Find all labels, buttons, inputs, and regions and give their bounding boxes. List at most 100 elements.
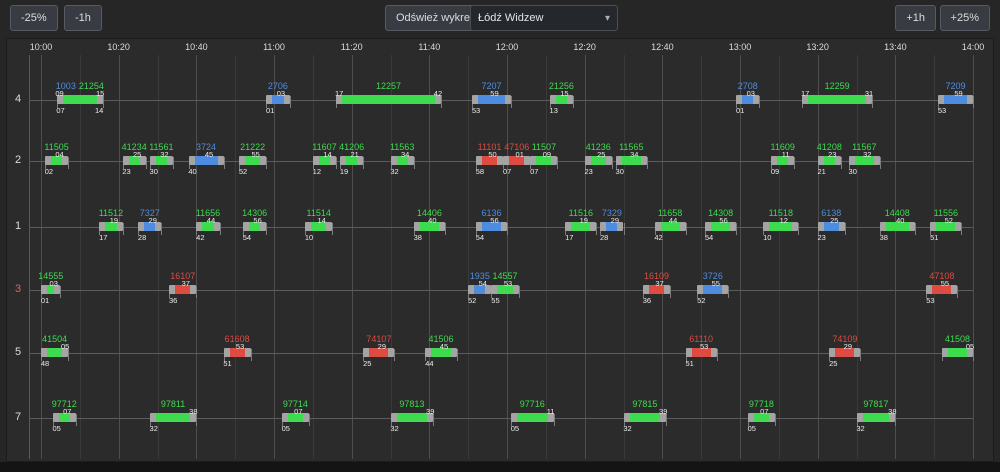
stop-minute-label: 01 bbox=[736, 106, 744, 115]
bar-boundary-tick bbox=[798, 223, 799, 235]
stop-minute-label: 07 bbox=[294, 407, 302, 416]
stop-minute-label: 15 bbox=[96, 89, 104, 98]
stop-minute-label: 12 bbox=[313, 167, 321, 176]
stop-minute-label: 23 bbox=[828, 150, 836, 159]
shunt-cap-segment bbox=[439, 222, 445, 231]
grid-line-major bbox=[818, 55, 819, 459]
shunt-cap-segment bbox=[680, 222, 686, 231]
grid-line-minor bbox=[235, 55, 236, 459]
bar-boundary-tick bbox=[717, 349, 718, 361]
bar-boundary-tick bbox=[759, 96, 760, 108]
train-number: 97815 bbox=[632, 399, 657, 409]
bar-boundary-tick bbox=[68, 157, 69, 169]
stop-minute-label: 56 bbox=[253, 216, 261, 225]
stop-minute-label: 13 bbox=[550, 106, 558, 115]
track-label: 4 bbox=[10, 93, 26, 105]
stop-minute-label: 15 bbox=[560, 89, 568, 98]
stop-minute-label: 01 bbox=[516, 150, 524, 159]
stop-minute-label: 11 bbox=[782, 150, 790, 159]
grid-line-minor bbox=[468, 55, 469, 459]
stop-minute-label: 07 bbox=[760, 407, 768, 416]
occupation-segment bbox=[47, 348, 62, 357]
train-bar[interactable] bbox=[802, 95, 872, 104]
stop-minute-label: 07 bbox=[503, 167, 511, 176]
toolbar: -25% -1h Odśwież wykres Łódź Widzew ▾ +1… bbox=[0, 0, 1000, 36]
stop-minute-label: 59 bbox=[954, 89, 962, 98]
stop-minute-label: 52 bbox=[468, 296, 476, 305]
bar-boundary-tick bbox=[445, 223, 446, 235]
stop-minute-label: 55 bbox=[941, 279, 949, 288]
time-tick-label: 13:00 bbox=[729, 42, 752, 52]
train-number-label: 97716 bbox=[520, 399, 545, 409]
bar-boundary-tick bbox=[573, 96, 574, 108]
stop-minute-label: 40 bbox=[896, 216, 904, 225]
time-tick-label: 13:20 bbox=[806, 42, 829, 52]
stop-minute-label: 51 bbox=[685, 359, 693, 368]
bar-boundary-tick bbox=[220, 223, 221, 235]
stop-minute-label: 29 bbox=[378, 342, 386, 351]
shunt-cap-segment bbox=[967, 95, 973, 104]
shift-back-1h-button[interactable]: -1h bbox=[64, 5, 102, 31]
stop-minute-label: 23 bbox=[122, 167, 130, 176]
grid-line-minor bbox=[857, 55, 858, 459]
stop-minute-label: 30 bbox=[616, 167, 624, 176]
bar-boundary-tick bbox=[123, 223, 124, 235]
grid-line-minor bbox=[546, 55, 547, 459]
stop-minute-label: 32 bbox=[150, 424, 158, 433]
stop-minute-label: 53 bbox=[472, 106, 480, 115]
track-label: 1 bbox=[10, 220, 26, 232]
train-number-label: 12259 bbox=[825, 81, 850, 91]
time-tick-label: 12:20 bbox=[573, 42, 596, 52]
stop-minute-label: 54 bbox=[476, 233, 484, 242]
bar-boundary-tick bbox=[973, 96, 974, 108]
bar-boundary-tick bbox=[266, 223, 267, 235]
stop-minute-label: 25 bbox=[363, 359, 371, 368]
train-number: 97817 bbox=[863, 399, 888, 409]
bar-boundary-tick bbox=[728, 286, 729, 298]
stop-minute-label: 09 bbox=[55, 89, 63, 98]
stop-minute-label: 53 bbox=[938, 106, 946, 115]
shunt-cap-segment bbox=[854, 348, 860, 357]
train-number-label: 97817 bbox=[863, 399, 888, 409]
stop-minute-label: 37 bbox=[182, 279, 190, 288]
grid-line-major bbox=[41, 55, 42, 459]
bar-boundary-tick bbox=[775, 414, 776, 426]
stop-minute-label: 55 bbox=[712, 279, 720, 288]
zoom-out-button[interactable]: -25% bbox=[10, 5, 58, 31]
stop-minute-label: 39 bbox=[426, 407, 434, 416]
occupation-segment bbox=[863, 413, 890, 422]
stop-minute-label: 17 bbox=[801, 89, 809, 98]
stop-minute-label: 05 bbox=[748, 424, 756, 433]
stop-minute-label: 10 bbox=[305, 233, 313, 242]
time-tick-label: 10:00 bbox=[30, 42, 53, 52]
stop-minute-label: 53 bbox=[236, 342, 244, 351]
stop-minute-label: 32 bbox=[390, 424, 398, 433]
shunt-cap-segment bbox=[951, 285, 957, 294]
stop-minute-label: 59 bbox=[490, 89, 498, 98]
shift-forward-1h-button[interactable]: +1h bbox=[895, 5, 936, 31]
stop-minute-label: 42 bbox=[196, 233, 204, 242]
bar-boundary-tick bbox=[915, 223, 916, 235]
stop-minute-label: 54 bbox=[243, 233, 251, 242]
bar-boundary-tick bbox=[60, 286, 61, 298]
stop-minute-label: 53 bbox=[926, 296, 934, 305]
stop-minute-label: 21 bbox=[350, 150, 358, 159]
shunt-cap-segment bbox=[245, 348, 251, 357]
stop-minute-label: 07 bbox=[530, 167, 538, 176]
grid-line-minor bbox=[934, 55, 935, 459]
stop-minute-label: 04 bbox=[55, 150, 63, 159]
shunt-cap-segment bbox=[641, 156, 647, 165]
station-select[interactable]: Łódź Widzew ▾ bbox=[470, 5, 618, 31]
train-bar[interactable] bbox=[336, 95, 441, 104]
shunt-cap-segment bbox=[874, 156, 880, 165]
stop-minute-label: 17 bbox=[565, 233, 573, 242]
grid-line-minor bbox=[391, 55, 392, 459]
stop-minute-label: 02 bbox=[45, 167, 53, 176]
stop-minute-label: 12 bbox=[780, 216, 788, 225]
occupation-segment bbox=[517, 413, 548, 422]
horizontal-scrollbar[interactable] bbox=[0, 462, 1000, 472]
stop-minute-label: 07 bbox=[56, 106, 64, 115]
stop-minute-label: 19 bbox=[340, 167, 348, 176]
grid-line-major bbox=[352, 55, 353, 459]
zoom-in-button[interactable]: +25% bbox=[940, 5, 990, 31]
